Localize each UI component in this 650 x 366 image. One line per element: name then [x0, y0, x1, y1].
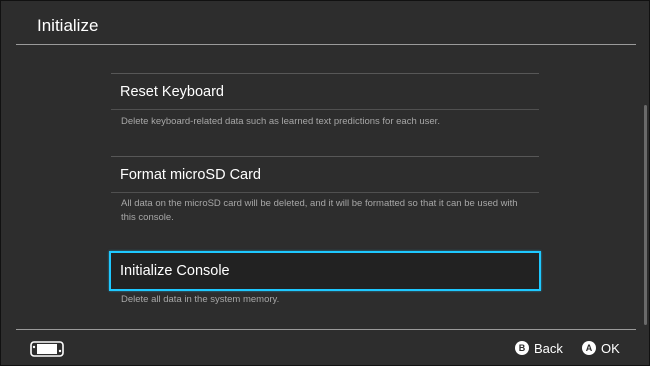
switch-console-icon — [30, 341, 64, 357]
option-description: Delete all data in the system memory. — [121, 294, 280, 305]
settings-screen: Initialize Reset Keyboard Delete keyboar… — [0, 0, 650, 366]
a-button-icon: A — [582, 341, 596, 355]
option-label: Initialize Console — [120, 263, 230, 279]
back-button[interactable]: B Back — [515, 340, 563, 356]
header: Initialize — [1, 1, 649, 45]
list-divider — [111, 109, 539, 110]
back-label: Back — [534, 340, 563, 356]
option-initialize-console[interactable]: Initialize Console — [109, 251, 541, 291]
option-description: All data on the microSD card will be del… — [121, 198, 518, 223]
ok-button[interactable]: A OK — [582, 340, 620, 356]
option-label: Reset Keyboard — [120, 84, 224, 100]
option-format-microsd[interactable]: Format microSD Card — [111, 157, 539, 193]
header-divider — [16, 44, 636, 45]
footer: B Back A OK — [1, 329, 649, 365]
list-divider — [111, 192, 539, 193]
ok-label: OK — [601, 340, 620, 356]
b-button-icon: B — [515, 341, 529, 355]
scrollbar[interactable] — [644, 105, 647, 325]
option-label: Format microSD Card — [120, 167, 261, 183]
option-reset-keyboard[interactable]: Reset Keyboard — [111, 74, 539, 110]
footer-divider — [16, 329, 636, 330]
page-title: Initialize — [37, 16, 99, 35]
option-description: Delete keyboard-related data such as lea… — [121, 116, 440, 127]
